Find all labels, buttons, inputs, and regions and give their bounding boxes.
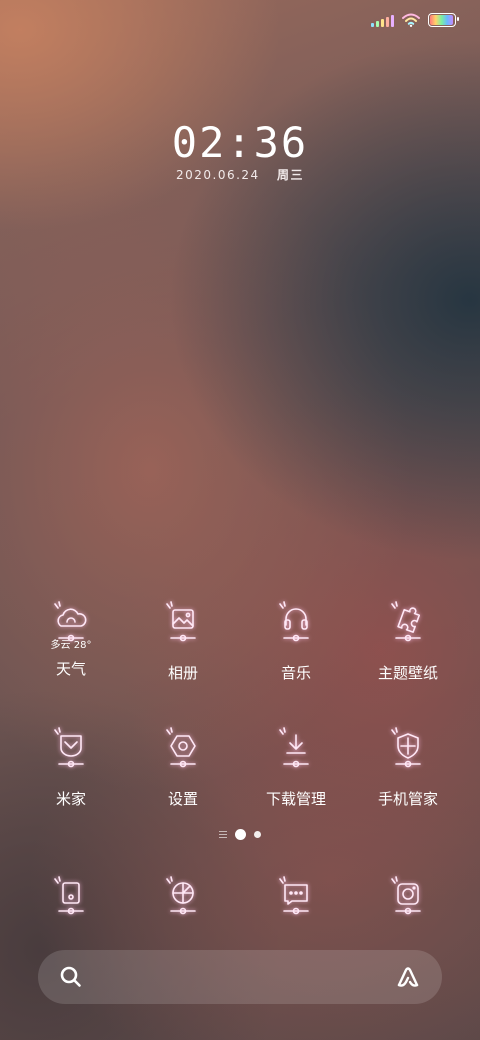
page-dot-current[interactable] (235, 829, 246, 840)
search-bar[interactable] (38, 950, 442, 1004)
settings-gear-icon (166, 727, 196, 768)
dock-browser[interactable] (127, 873, 239, 935)
browser-icon (166, 876, 196, 915)
app-label: 相册 (167, 664, 198, 682)
weather-condition: 多云 28° (50, 640, 92, 651)
status-bar (371, 10, 459, 30)
app-label: 设置 (167, 790, 198, 808)
app-label: 音乐 (280, 664, 311, 682)
page-indicator[interactable] (0, 829, 480, 840)
app-label: 天气 (55, 660, 86, 678)
app-downloads[interactable]: 下载管理 (240, 724, 352, 809)
app-weather[interactable]: 多云 28° 天气 (15, 598, 127, 679)
camera-icon (391, 876, 421, 915)
cellular-signal-icon (371, 14, 394, 27)
app-label: 下载管理 (265, 790, 326, 808)
gallery-icon (166, 601, 196, 642)
dock-phone[interactable] (15, 873, 127, 935)
download-icon (279, 727, 309, 768)
app-settings[interactable]: 设置 (127, 724, 239, 809)
app-mijia[interactable]: 米家 (15, 724, 127, 809)
clock-weekday: 周三 (277, 168, 305, 182)
app-themes[interactable]: 主题壁纸 (352, 598, 464, 683)
battery-level (430, 15, 453, 25)
clock-date: 2020.06.24 (175, 168, 260, 182)
phone-icon (54, 876, 84, 915)
search-icon[interactable] (58, 964, 84, 990)
battery-icon (428, 13, 459, 27)
app-security[interactable]: 手机管家 (352, 724, 464, 809)
app-label: 米家 (55, 790, 86, 808)
clock-time[interactable]: 02:36 (0, 118, 480, 167)
page-dot[interactable] (254, 831, 261, 838)
clock-date-row: 2020.06.24 周三 (0, 166, 480, 183)
security-shield-icon (391, 727, 421, 768)
dock-messages[interactable] (240, 873, 352, 935)
messages-icon (279, 876, 309, 915)
dock-camera[interactable] (352, 873, 464, 935)
app-music[interactable]: 音乐 (240, 598, 352, 683)
assistant-icon[interactable] (394, 963, 422, 991)
app-gallery[interactable]: 相册 (127, 598, 239, 683)
app-label: 手机管家 (377, 790, 438, 808)
page-indicator-menu-icon (219, 831, 227, 838)
wifi-icon (402, 13, 420, 27)
mijia-icon (54, 727, 84, 768)
app-label: 主题壁纸 (377, 664, 438, 682)
headphones-icon (279, 601, 309, 642)
puzzle-icon (391, 601, 421, 642)
